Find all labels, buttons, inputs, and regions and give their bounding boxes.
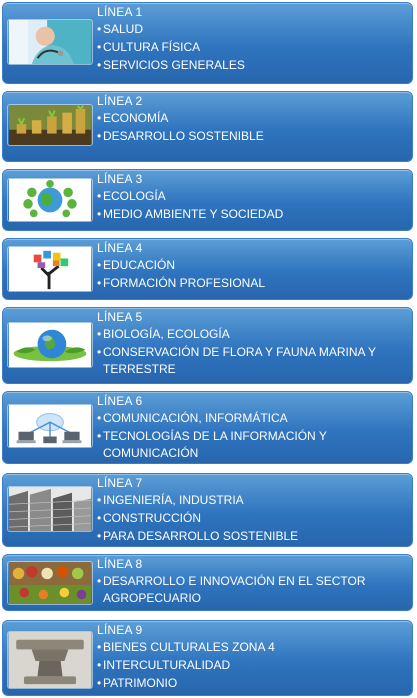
line-title: LÍNEA 7: [97, 476, 143, 490]
list-item: TECNOLOGÍAS DE LA INFORMACIÓN Y COMUNICA…: [97, 428, 408, 462]
list-item: MEDIO AMBIENTE Y SOCIEDAD: [97, 206, 408, 223]
line-items: ECONOMÍA DESARROLLO SOSTENIBLE: [97, 110, 408, 146]
list-item: FORMACIÓN PROFESIONAL: [97, 275, 408, 292]
list-item: ECOLOGÍA: [97, 188, 408, 205]
line-title: LÍNEA 3: [97, 172, 143, 186]
line-items: EDUCACIÓN FORMACIÓN PROFESIONAL: [97, 257, 408, 293]
research-lines-list: LÍNEA 1 SALUD CULTURA FÍSICA SERVICIOS G…: [0, 0, 417, 698]
list-item: ECONOMÍA: [97, 110, 408, 127]
list-item: BIENES CULTURALES ZONA 4: [97, 639, 408, 656]
list-item: COMUNICACIÓN, INFORMÁTICA: [97, 410, 408, 427]
line-card[interactable]: LÍNEA 6 COMUNICACIÓN, INFORMÁTICA TECNOL…: [2, 391, 413, 464]
line-card[interactable]: LÍNEA 1 SALUD CULTURA FÍSICA SERVICIOS G…: [2, 2, 413, 84]
line-card[interactable]: LÍNEA 8 DESARROLLO E INNOVACIÓN EN EL SE…: [2, 554, 413, 611]
list-item: PATRIMONIO: [97, 675, 408, 692]
line-card[interactable]: LÍNEA 7 INGENIERÍA, INDUSTRIA CONSTRUCCI…: [2, 473, 413, 547]
list-item: DESARROLLO SOSTENIBLE: [97, 128, 408, 145]
list-item: PARA DESARROLLO SOSTENIBLE: [97, 528, 408, 545]
line-title: LÍNEA 8: [97, 557, 143, 571]
list-item: INTERCULTURALIDAD: [97, 657, 408, 674]
line-items: INGENIERÍA, INDUSTRIA CONSTRUCCIÓN PARA …: [97, 492, 408, 546]
line-title: LÍNEA 1: [97, 5, 143, 19]
stone-altar-image: [7, 631, 93, 689]
line-title: LÍNEA 6: [97, 394, 143, 408]
line-card[interactable]: LÍNEA 9 BIENES CULTURALES ZONA 4 INTERCU…: [2, 620, 413, 696]
line-card[interactable]: LÍNEA 2 ECONOMÍA DESARROLLO SOSTENIBLE: [2, 91, 413, 162]
produce-market-image: [7, 561, 93, 605]
line-card[interactable]: LÍNEA 3 ECOLOGÍA MEDIO AMBIENTE Y SOCIED…: [2, 169, 413, 231]
line-title: LÍNEA 2: [97, 94, 143, 108]
line-items: DESARROLLO E INNOVACIÓN EN EL SECTOR AGR…: [97, 573, 408, 608]
buildings-image: [7, 486, 93, 532]
line-items: SALUD CULTURA FÍSICA SERVICIOS GENERALES: [97, 21, 408, 75]
line-title: LÍNEA 4: [97, 241, 143, 255]
line-title: LÍNEA 5: [97, 310, 143, 324]
line-items: BIENES CULTURALES ZONA 4 INTERCULTURALID…: [97, 639, 408, 693]
list-item: CONSTRUCCIÓN: [97, 510, 408, 527]
network-laptops-image: [7, 404, 93, 448]
list-item: BIOLOGÍA, ECOLOGÍA: [97, 326, 408, 343]
line-card[interactable]: LÍNEA 4 EDUCACIÓN FORMACIÓN PROFESIONAL: [2, 238, 413, 300]
list-item: CONSERVACIÓN DE FLORA Y FAUNA MARINA Y T…: [97, 344, 408, 378]
list-item: SALUD: [97, 21, 408, 38]
line-title: LÍNEA 9: [97, 623, 143, 637]
line-items: COMUNICACIÓN, INFORMÁTICA TECNOLOGÍAS DE…: [97, 410, 408, 463]
education-tree-image: [7, 246, 93, 292]
line-card[interactable]: LÍNEA 5 BIOLOGÍA, ECOLOGÍA CONSERVACIÓN …: [2, 307, 413, 384]
earth-leaves-image: [7, 322, 93, 368]
coins-seedlings-image: [7, 104, 93, 146]
green-globe-image: [7, 178, 93, 222]
list-item: CULTURA FÍSICA: [97, 39, 408, 56]
list-item: EDUCACIÓN: [97, 257, 408, 274]
list-item: INGENIERÍA, INDUSTRIA: [97, 492, 408, 509]
line-items: ECOLOGÍA MEDIO AMBIENTE Y SOCIEDAD: [97, 188, 408, 224]
doctor-stethoscope-image: [7, 19, 93, 65]
list-item: SERVICIOS GENERALES: [97, 57, 408, 74]
line-items: BIOLOGÍA, ECOLOGÍA CONSERVACIÓN DE FLORA…: [97, 326, 408, 379]
list-item: DESARROLLO E INNOVACIÓN EN EL SECTOR AGR…: [97, 573, 408, 607]
